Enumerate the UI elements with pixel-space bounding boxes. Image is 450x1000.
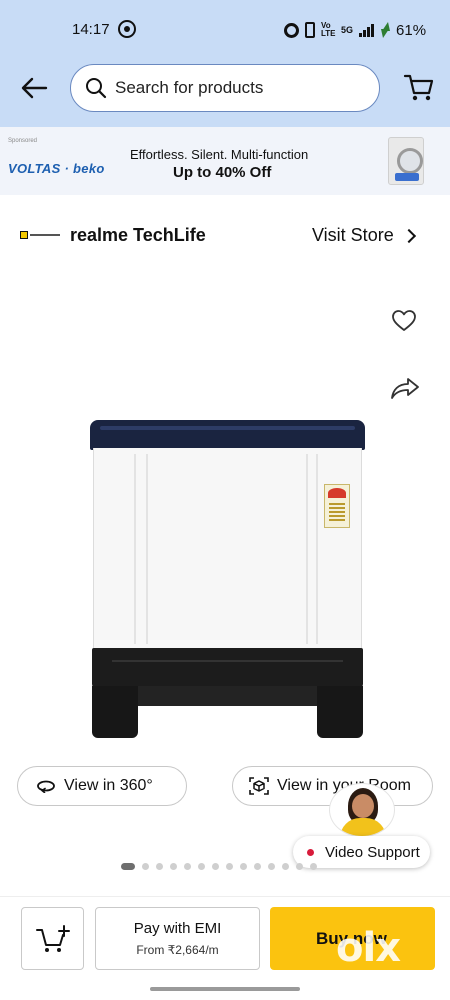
visit-store-label: Visit Store — [312, 225, 394, 245]
add-to-cart-icon — [36, 925, 70, 952]
search-input[interactable] — [115, 78, 355, 98]
body-seam — [316, 454, 318, 644]
energy-rating-label — [324, 484, 350, 528]
heart-icon[interactable] — [391, 309, 417, 333]
pager-dot[interactable] — [268, 862, 275, 870]
pager-dot[interactable] — [226, 862, 233, 870]
back-button[interactable] — [16, 72, 52, 104]
ar-cube-icon — [249, 777, 269, 795]
chevron-right-icon — [401, 228, 416, 243]
video-support-label: Video Support — [325, 843, 420, 861]
olx-watermark: olx — [336, 925, 401, 971]
whatsapp-icon — [118, 20, 136, 38]
pager-dot[interactable] — [156, 862, 163, 870]
app-header — [0, 60, 450, 116]
home-indicator[interactable] — [150, 987, 300, 991]
vibrate-icon — [305, 22, 315, 38]
status-bar: 14:17 Vo LTE 5G 61% — [0, 0, 450, 60]
status-indicators: Vo LTE 5G 61% — [284, 18, 426, 42]
view-360-button[interactable]: View in 360° — [17, 766, 187, 806]
sponsored-label: Sponsored — [8, 138, 38, 144]
volte-indicator: Vo LTE — [321, 21, 336, 38]
rotate-360-icon — [37, 780, 55, 793]
ad-brand-logo: VOLTAS · beko — [8, 161, 105, 176]
product-underside — [138, 686, 317, 706]
emi-title: Pay with EMI — [133, 920, 222, 937]
view-360-label: View in 360° — [64, 777, 153, 794]
ad-headline: Effortless. Silent. Multi-function — [130, 147, 309, 162]
pager-dot[interactable] — [170, 862, 177, 870]
agent-shirt — [340, 818, 386, 836]
share-icon[interactable] — [390, 376, 420, 400]
body-seam — [146, 454, 148, 644]
store-row: realme TechLife Visit Store — [0, 215, 450, 255]
add-to-cart-button[interactable] — [21, 907, 84, 970]
store-logo — [20, 230, 62, 240]
back-arrow-icon — [21, 77, 48, 99]
signal-icon — [359, 23, 375, 37]
status-time: 14:17 — [72, 21, 110, 38]
product-image[interactable] — [90, 420, 365, 740]
pager-dot[interactable] — [184, 862, 191, 870]
pager-dot[interactable] — [310, 862, 317, 870]
product-base — [92, 648, 363, 688]
agent-face — [352, 794, 374, 818]
live-dot-icon — [307, 848, 314, 856]
product-leg — [317, 686, 363, 738]
support-agent-avatar[interactable] — [329, 783, 395, 837]
product-page: 14:17 Vo LTE 5G 61% Search for products … — [0, 0, 450, 1000]
product-body — [93, 448, 362, 650]
search-bar[interactable] — [70, 64, 380, 112]
pay-with-emi-button[interactable]: Pay with EMI From ₹2,664/m — [95, 907, 260, 970]
alarm-icon — [284, 22, 299, 38]
pager-dot[interactable] — [198, 862, 205, 870]
body-seam — [134, 454, 136, 644]
network-type: 5G — [341, 25, 354, 35]
pager-dot[interactable] — [296, 862, 303, 870]
emi-subtitle: From ₹2,664/m — [136, 943, 219, 957]
battery-percent: 61% — [396, 21, 427, 39]
charging-icon — [380, 22, 391, 38]
product-leg — [92, 686, 138, 738]
pager-dot-active[interactable] — [121, 862, 135, 870]
pager-dot[interactable] — [282, 862, 289, 870]
search-icon — [86, 78, 107, 99]
ad-offer: Up to 40% Off — [173, 164, 272, 181]
ad-washing-machine-image — [388, 137, 424, 185]
product-lid — [90, 420, 365, 450]
pager-dot[interactable] — [254, 862, 261, 870]
image-pager — [121, 862, 317, 870]
body-seam — [306, 454, 308, 644]
pager-dot[interactable] — [212, 862, 219, 870]
pager-dot[interactable] — [240, 862, 247, 870]
store-name: realme TechLife — [70, 225, 206, 245]
visit-store-link[interactable]: Visit Store — [312, 225, 416, 246]
cart-icon[interactable] — [402, 70, 436, 104]
pager-dot[interactable] — [142, 862, 149, 870]
